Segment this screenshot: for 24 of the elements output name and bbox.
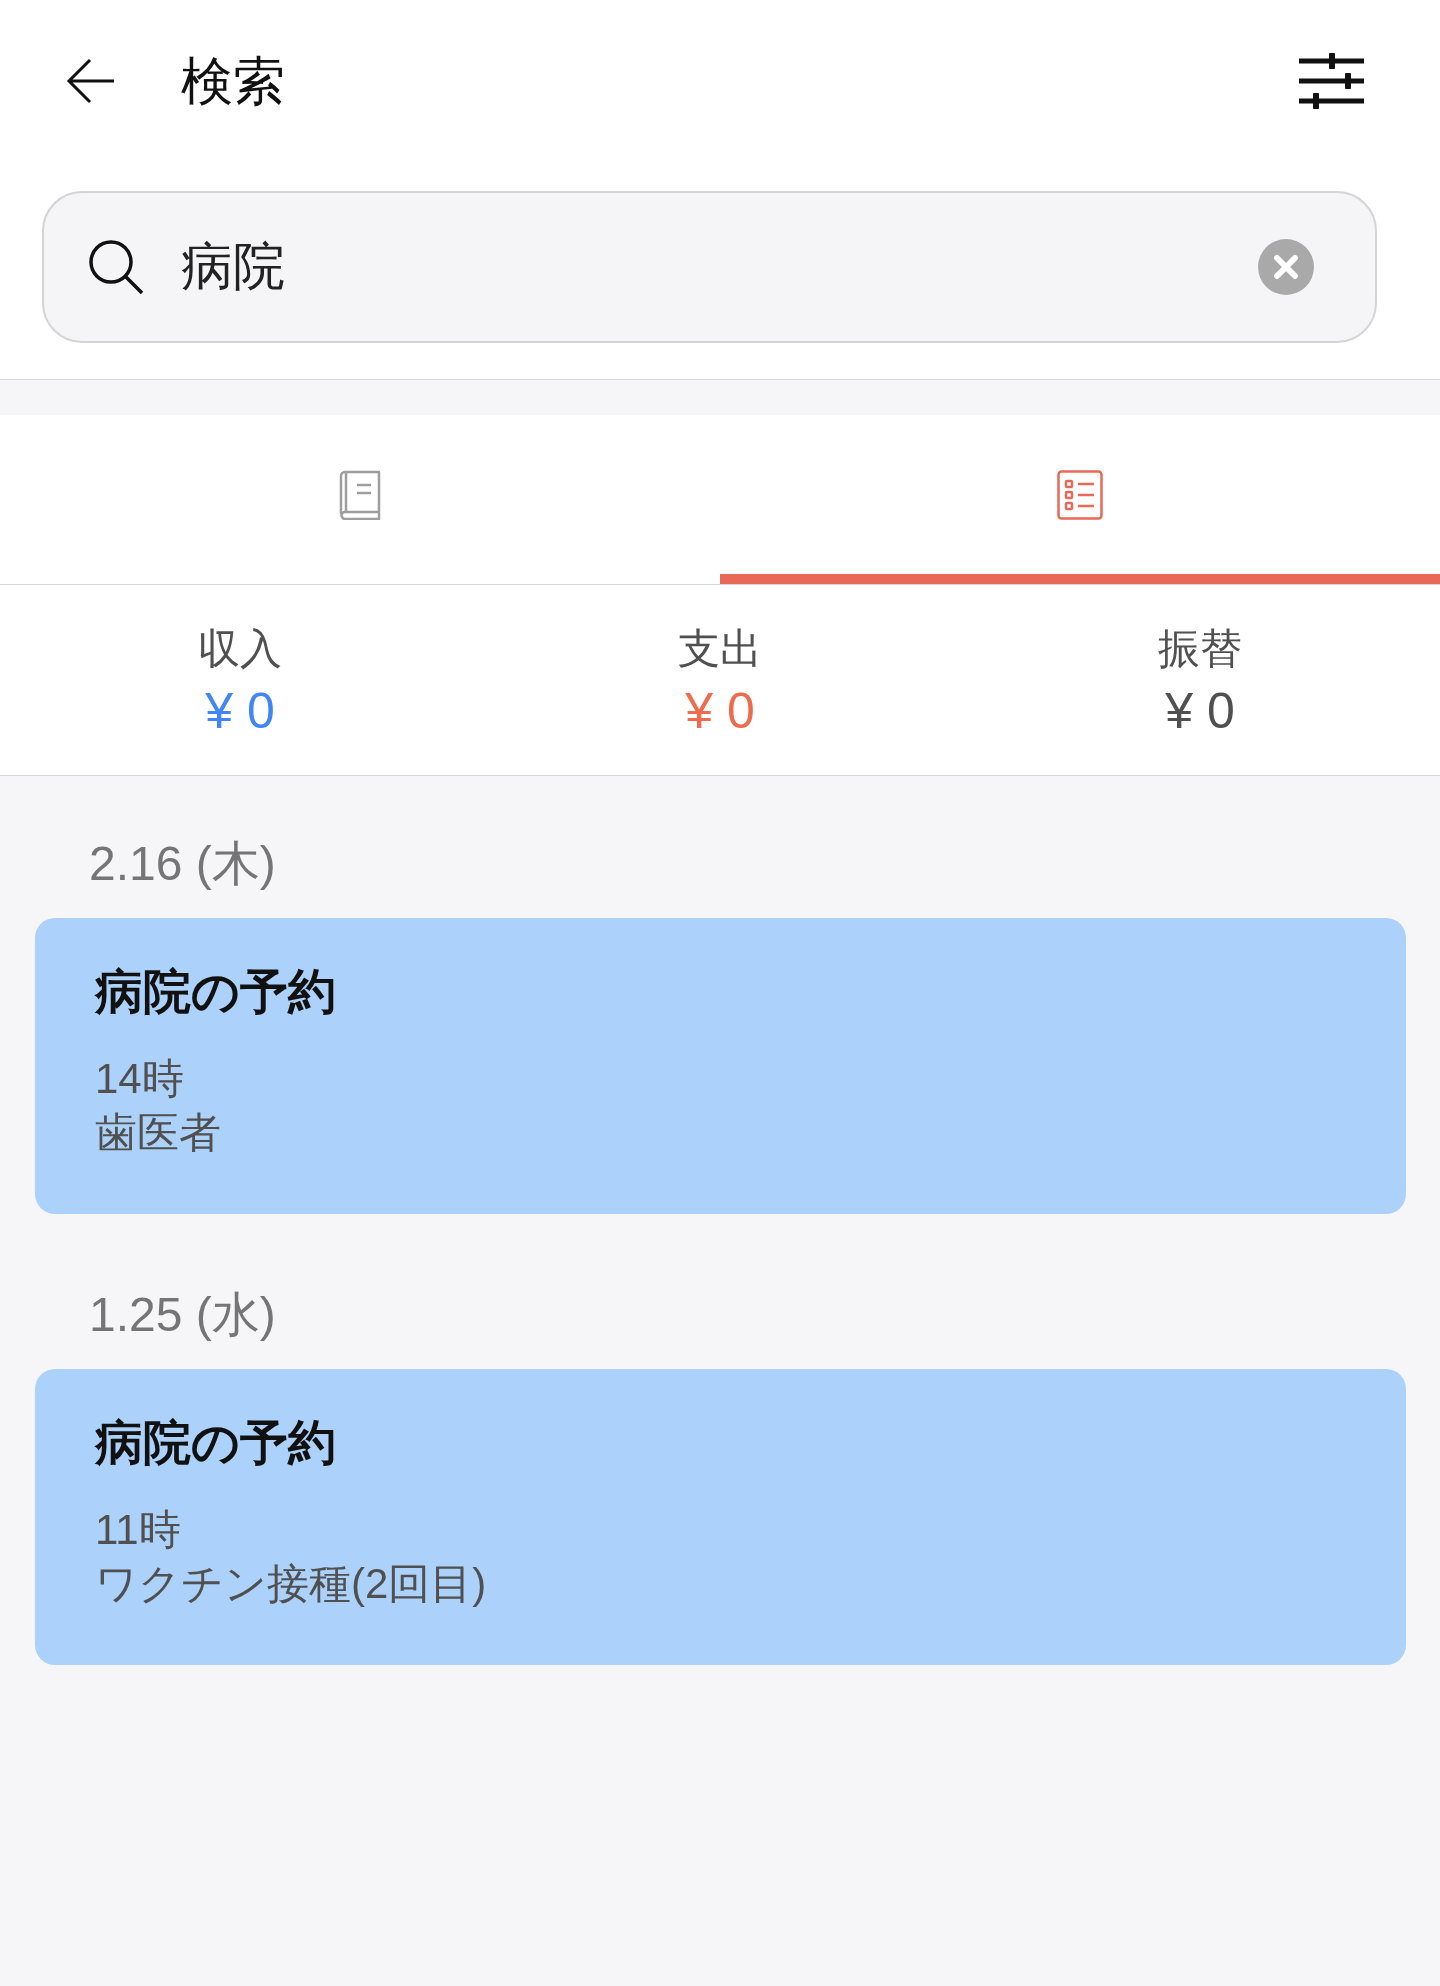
event-detail: 歯医者 — [95, 1108, 221, 1158]
search-icon — [88, 239, 144, 295]
event-detail: ワクチン接種(2回目) — [95, 1559, 487, 1609]
event-title: 病院の予約 — [95, 1415, 336, 1471]
summary-label: 支出 — [678, 624, 762, 674]
summary-amount: ¥ 0 — [685, 683, 755, 739]
book-icon — [337, 469, 383, 520]
event-title: 病院の予約 — [95, 964, 336, 1020]
summary-label: 振替 — [1158, 624, 1242, 674]
event-detail: 11時 — [95, 1505, 181, 1555]
search-field[interactable]: 病院 — [42, 191, 1377, 343]
event-card[interactable]: 病院の予約 11時 ワクチン接種(2回目) — [35, 1369, 1406, 1665]
summary-label: 収入 — [198, 624, 282, 674]
summary-amount: ¥ 0 — [1165, 683, 1235, 739]
back-arrow-icon[interactable] — [66, 58, 114, 104]
clear-icon[interactable] — [1258, 239, 1314, 295]
summary-amount: ¥ 0 — [205, 683, 275, 739]
sliders-icon[interactable] — [1299, 53, 1364, 109]
event-card[interactable]: 病院の予約 14時 歯医者 — [35, 918, 1406, 1214]
date-heading: 1.25 (水) — [89, 1287, 276, 1343]
date-heading: 2.16 (木) — [89, 836, 276, 892]
list-icon — [1057, 469, 1103, 520]
page-title: 検索 — [181, 51, 285, 112]
event-detail: 14時 — [95, 1054, 184, 1104]
